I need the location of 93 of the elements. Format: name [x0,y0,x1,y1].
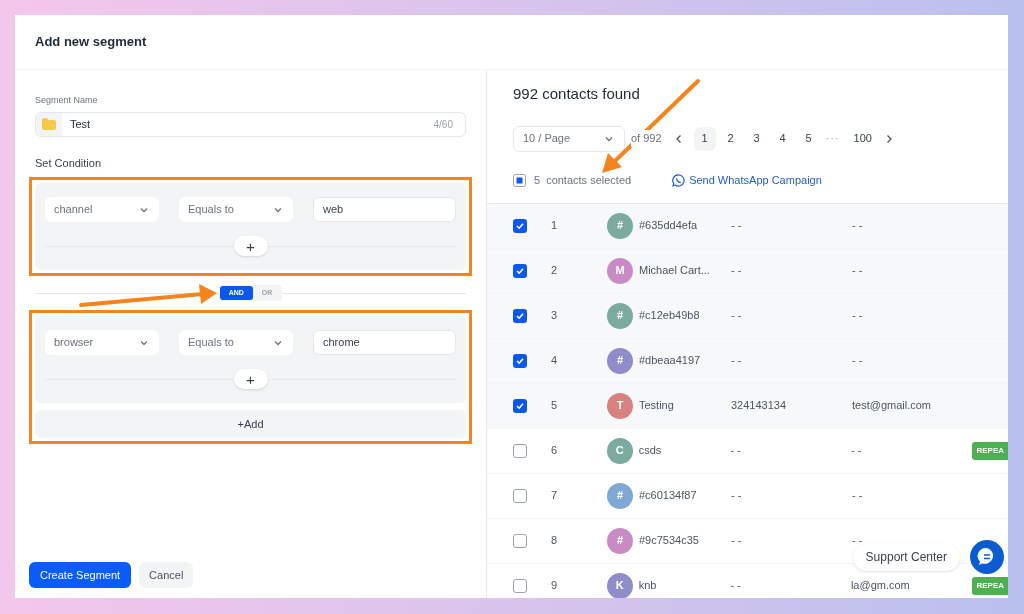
avatar: # [607,302,633,329]
page-size-dropdown[interactable]: 10 / Page [513,125,625,152]
contact-name: csds [638,443,663,459]
contact-name: #635dd4efa [639,218,699,234]
row-number: 9 [550,578,559,594]
phone-cell-text: - - [731,308,743,324]
avatar: T [607,392,633,419]
folder-icon [42,118,56,130]
character-counter: 4/60 [433,117,453,132]
chat-button[interactable] [970,540,1004,574]
row-number: 5 [551,398,559,414]
phone-cell-text: - - [731,263,743,279]
dialog-title: Add new segment [35,33,147,52]
section-heading: Set Condition [35,155,103,171]
field-dropdown[interactable]: browser [45,330,159,355]
cancel-button[interactable]: Cancel [139,562,194,588]
check-icon [515,355,525,366]
phone-cell-text: 324143134 [731,398,788,414]
row-number: 7 [551,488,559,504]
row-checkbox[interactable] [513,533,527,548]
contact-name: Testing [639,398,675,414]
avatar: K [606,572,633,598]
avatar: # [607,347,633,374]
email-cell-text: - - [852,263,864,279]
row-checkbox[interactable] [513,218,527,233]
phone-cell-text: - - [731,353,743,369]
add-rule-button[interactable]: + [233,369,268,389]
page-number[interactable]: 2 [719,126,742,151]
email-cell-text: - - [850,443,863,459]
email-cell-text: - - [852,488,864,504]
row-number: 3 [551,308,559,324]
row-number: 1 [551,218,559,234]
page-number[interactable]: 3 [745,126,768,151]
phone-cell-text: - - [731,488,743,504]
value-field[interactable]: web [313,197,456,222]
page-number[interactable]: 100 [853,130,872,147]
operator-dropdown[interactable]: Equals to [179,330,293,355]
row-checkbox[interactable] [513,578,527,593]
chat-bubble-icon [672,174,686,187]
avatar: C [606,437,633,464]
select-all-checkbox[interactable] [513,174,526,187]
add-rule-button[interactable]: + [233,236,268,256]
row-number: 6 [550,443,559,459]
row-checkbox[interactable] [513,353,527,368]
email-cell-text: la@gm.com [850,578,911,594]
avatar: # [607,527,633,554]
email-cell-text: - - [852,353,864,369]
page-number[interactable]: 4 [771,126,794,151]
contact-name: #9c7534c35 [639,533,700,549]
add-condition-button[interactable]: +Add [35,410,466,438]
field-label: Segment Name [35,94,99,107]
avatar: M [607,257,633,284]
operator-dropdown[interactable]: Equals to [179,197,293,222]
status-tag: REPEA [972,576,1008,595]
phone-cell-text: - - [730,443,742,459]
check-icon [515,310,525,321]
contact-name: Michael Cart... [639,263,711,279]
email-cell-text: - - [852,308,864,324]
contact-name: #c60134f87 [639,488,698,504]
contact-name: #c12eb49b8 [639,308,701,324]
check-icon [515,220,525,231]
contact-name: knb [638,578,658,594]
whatsapp-campaign-link[interactable]: Send WhatsApp Campaign [672,172,822,189]
check-icon [515,265,525,276]
results-heading: 992 contacts found [513,84,641,104]
phone-cell-text: - - [731,533,743,549]
field-dropdown[interactable]: channel [45,197,159,222]
value-field[interactable]: chrome [313,330,456,355]
page-number[interactable]: 1 [693,126,716,151]
phone-cell-text: - - [731,218,743,234]
row-checkbox[interactable] [513,398,527,413]
email-cell-text: - - [852,218,864,234]
row-number: 2 [551,263,559,279]
selection-label: contacts selected [546,173,632,189]
row-checkbox[interactable] [513,308,527,323]
selected-count: 5 [534,173,541,189]
avatar: # [607,212,633,239]
check-icon [515,400,525,411]
row-number: 8 [551,533,559,549]
page-number[interactable]: 5 [797,126,820,151]
contact-name: #dbeaa4197 [639,353,702,369]
total-count: of 992 [631,130,662,147]
segment-name-field[interactable]: Test 4/60 [35,111,466,137]
email-cell-text: test@gmail.com [852,398,933,414]
row-checkbox[interactable] [513,263,527,278]
create-segment-button[interactable]: Create Segment [29,562,132,588]
pagination-ellipsis: ··· [825,131,840,147]
avatar: # [607,482,633,509]
status-tag: REPEA [972,441,1008,460]
row-checkbox[interactable] [513,443,527,458]
phone-cell-text: - - [730,578,742,594]
row-checkbox[interactable] [513,488,527,503]
row-number: 4 [551,353,559,369]
